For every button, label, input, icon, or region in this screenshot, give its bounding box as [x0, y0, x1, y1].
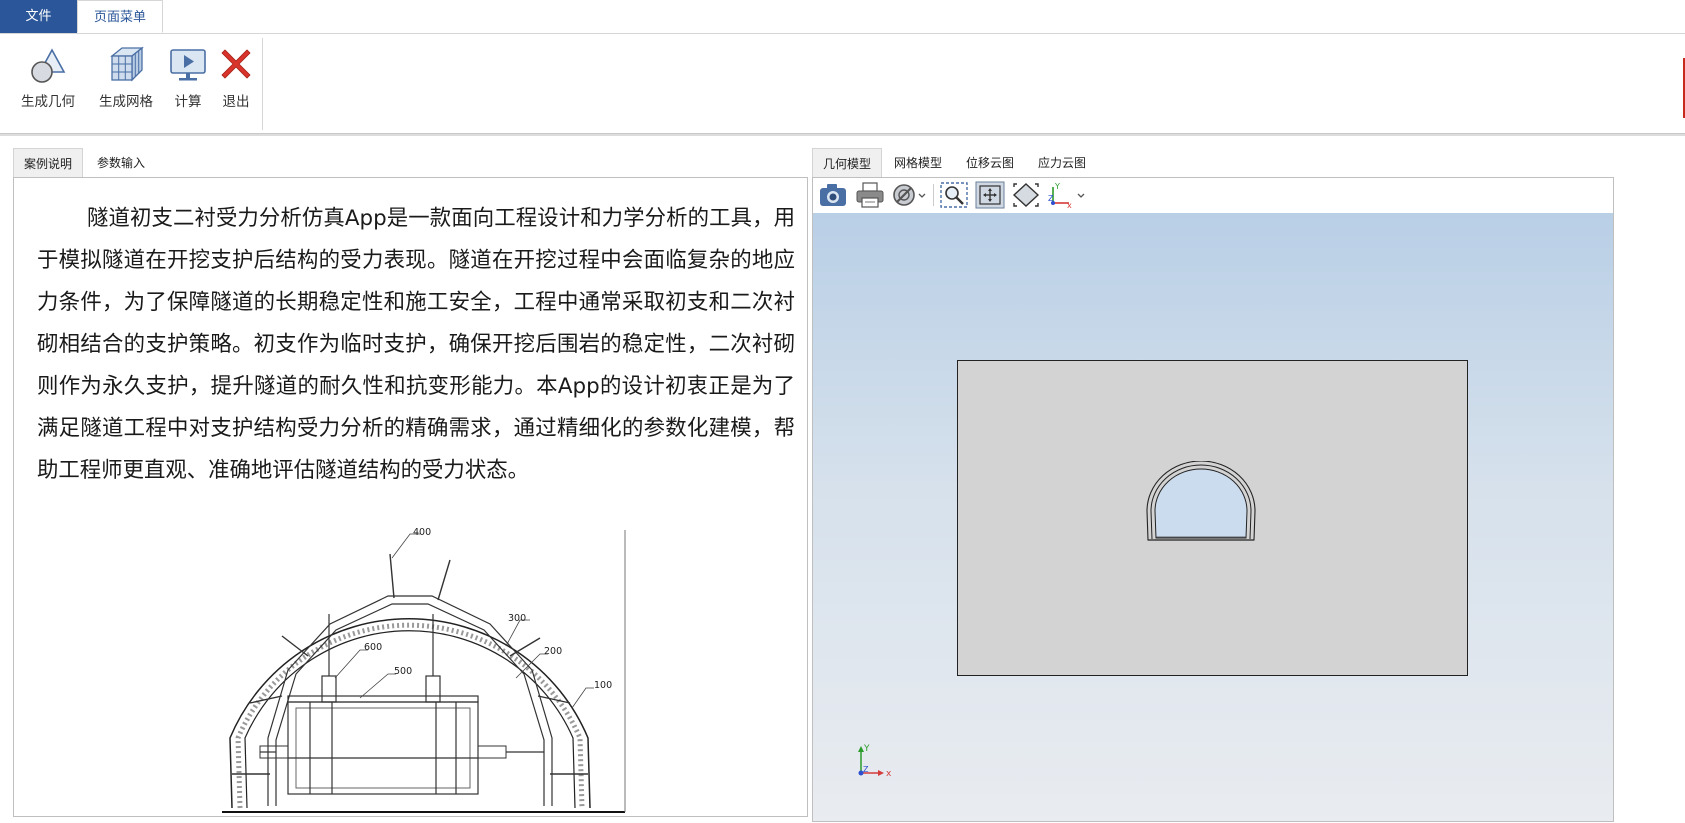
coordinate-triad-icon: Y Z x: [858, 744, 892, 779]
axis-label-y: Y: [1054, 182, 1060, 191]
zoom-fit-icon[interactable]: [975, 181, 1005, 209]
graphics-panel: Y Z x Y Z x: [812, 177, 1614, 822]
toolbar-separator: [933, 184, 934, 206]
tab-page-menu[interactable]: 页面菜单: [77, 0, 163, 33]
ribbon-toolbar: 生成几何 生成网格 计算 退出: [0, 34, 1685, 133]
tunnel-cross-section: [1146, 461, 1256, 541]
tab-stress-contour[interactable]: 应力云图: [1028, 148, 1096, 177]
graphics-toolbar: Y Z x: [813, 178, 1613, 214]
generate-mesh-label: 生成网格: [99, 94, 153, 110]
chevron-down-icon: [918, 193, 926, 198]
axis-label-x: x: [1067, 201, 1072, 209]
axis-label-z: Z: [1048, 194, 1054, 203]
ribbon-tab-bar: 文件 页面菜单: [0, 0, 1685, 34]
close-x-icon: [221, 49, 251, 79]
triad-label-x: x: [886, 769, 892, 779]
figure-label-300: 300: [508, 613, 526, 624]
monitor-play-icon: [170, 49, 206, 81]
print-icon[interactable]: [855, 181, 885, 209]
exit-label: 退出: [222, 94, 250, 110]
axis-view-icon[interactable]: Y Z x: [1047, 181, 1089, 209]
tab-mesh-model[interactable]: 网格模型: [884, 148, 952, 177]
compute-button[interactable]: 计算: [168, 44, 208, 110]
graphics-viewport[interactable]: Y Z x: [813, 213, 1613, 821]
tunnel-support-diagram: 400 300 600 500 200 100: [222, 528, 626, 813]
generate-geometry-button[interactable]: 生成几何: [17, 44, 79, 110]
figure-label-200: 200: [544, 646, 562, 657]
case-description-text: 隧道初支二衬受力分析仿真App是一款面向工程设计和力学分析的工具，用于模拟隧道在…: [37, 206, 795, 483]
chevron-down-icon: [1077, 193, 1085, 198]
case-description-panel: 隧道初支二衬受力分析仿真App是一款面向工程设计和力学分析的工具，用于模拟隧道在…: [13, 177, 808, 817]
camera-icon[interactable]: [818, 181, 848, 209]
triad-label-z: Z: [863, 765, 869, 774]
tab-file[interactable]: 文件: [0, 0, 77, 33]
tab-geometry-model[interactable]: 几何模型: [812, 148, 883, 177]
geometry-shapes-icon: [31, 48, 66, 83]
zoom-box-icon[interactable]: [939, 181, 969, 209]
exit-button[interactable]: 退出: [216, 44, 256, 110]
mesh-cube-icon: [110, 46, 144, 82]
tab-displacement-contour[interactable]: 位移云图: [956, 148, 1024, 177]
render-mode-icon[interactable]: [891, 181, 931, 209]
generate-mesh-button[interactable]: 生成网格: [95, 44, 157, 110]
tab-parameter-input[interactable]: 参数输入: [87, 148, 155, 177]
ribbon-bottom-border: [0, 133, 1685, 136]
view-fit-icon[interactable]: [1011, 181, 1041, 209]
figure-label-600: 600: [364, 642, 382, 653]
triad-label-y: Y: [863, 744, 870, 754]
figure-label-500: 500: [394, 666, 412, 677]
compute-label: 计算: [174, 94, 202, 110]
figure-label-400: 400: [413, 528, 431, 538]
generate-geometry-label: 生成几何: [21, 94, 75, 110]
ribbon-group-separator: [262, 38, 263, 130]
tab-case-description[interactable]: 案例说明: [13, 148, 84, 177]
figure-label-100: 100: [594, 680, 612, 691]
